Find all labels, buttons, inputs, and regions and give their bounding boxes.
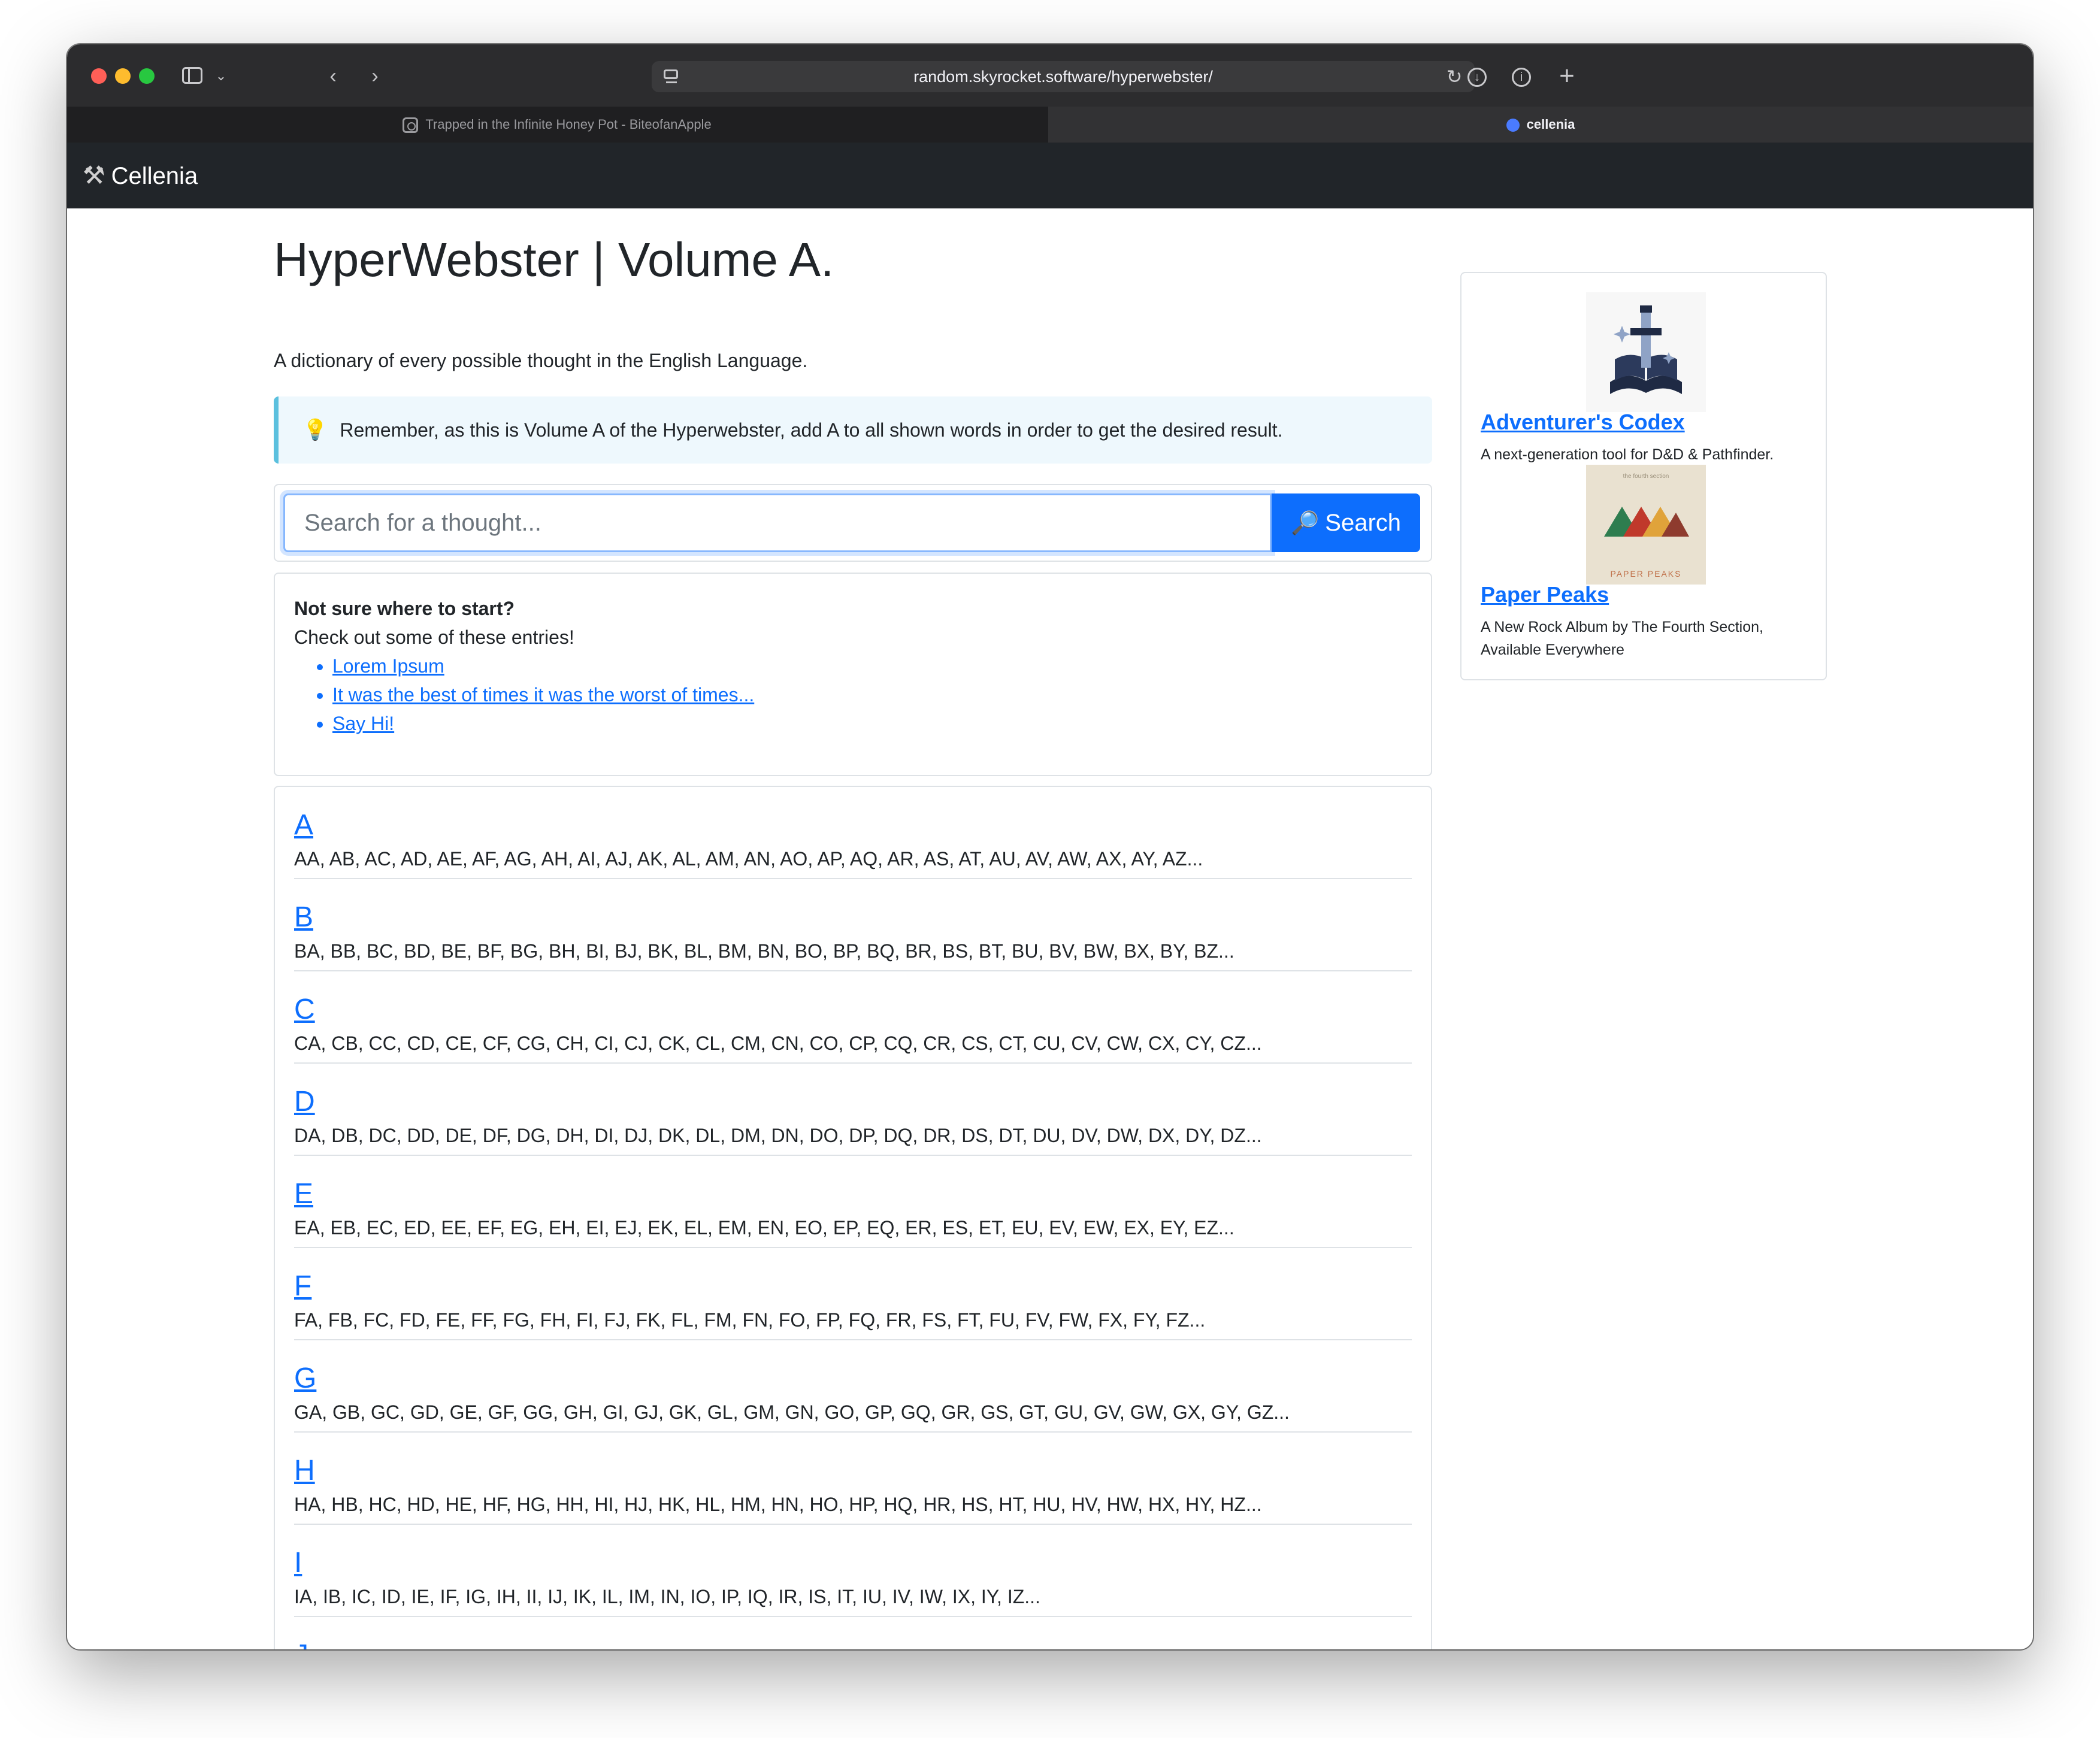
letter-link-d[interactable]: D: [294, 1084, 315, 1120]
chevron-down-icon[interactable]: ⌄: [212, 62, 230, 90]
letter-combos: DA, DB, DC, DD, DE, DF, DG, DH, DI, DJ, …: [294, 1125, 1262, 1146]
forward-button[interactable]: ›: [363, 62, 387, 90]
promo-description: A next-generation tool for D&D & Pathfin…: [1481, 446, 1774, 463]
letter-section-b: B BA, BB, BC, BD, BE, BF, BG, BH, BI, BJ…: [294, 879, 1412, 971]
site-navbar: ⚒ Cellenia: [67, 143, 2033, 208]
page-content: HyperWebster | Volume A. A dictionary of…: [67, 208, 2033, 1649]
info-icon: i: [1512, 68, 1531, 87]
minimize-window-button[interactable]: [115, 68, 131, 84]
letters-card: A AA, AB, AC, AD, AE, AF, AG, AH, AI, AJ…: [274, 786, 1432, 1649]
magnifier-icon: 🔎: [1290, 510, 1320, 536]
letter-combos: IA, IB, IC, ID, IE, IF, IG, IH, II, IJ, …: [294, 1586, 1040, 1607]
list-item: Say Hi!: [332, 709, 1412, 738]
letter-section-d: D DA, DB, DC, DD, DE, DF, DG, DH, DI, DJ…: [294, 1064, 1412, 1156]
browser-window: ⌄ ‹ › random.skyrocket.software/hyperweb…: [67, 44, 2033, 1649]
close-window-button[interactable]: [91, 68, 107, 84]
letter-combos: AA, AB, AC, AD, AE, AF, AG, AH, AI, AJ, …: [294, 848, 1203, 870]
search-button-label: Search: [1325, 509, 1402, 536]
brand-link[interactable]: ⚒ Cellenia: [83, 143, 198, 208]
info-button[interactable]: i: [1507, 62, 1536, 90]
callout-text: Remember, as this is Volume A of the Hyp…: [340, 419, 1283, 441]
tab-honey-pot[interactable]: Trapped in the Infinite Honey Pot - Bite…: [67, 107, 1047, 143]
starter-title: Not sure where to start?: [294, 598, 515, 619]
letter-combos: EA, EB, EC, ED, EE, EF, EG, EH, EI, EJ, …: [294, 1217, 1234, 1239]
url-text[interactable]: random.skyrocket.software/hyperwebster/: [652, 61, 1475, 92]
address-bar[interactable]: random.skyrocket.software/hyperwebster/ …: [652, 61, 1475, 92]
letter-link-e[interactable]: E: [294, 1176, 313, 1212]
album-cover-image[interactable]: the fourth section PAPER PEAKS: [1586, 465, 1706, 585]
search-card: 🔎Search: [274, 484, 1432, 562]
sidebar-card: Adventurer's Codex A next-generation too…: [1460, 272, 1827, 680]
starter-link-best-of-times[interactable]: It was the best of times it was the wors…: [332, 684, 754, 706]
new-tab-button[interactable]: +: [1553, 62, 1581, 90]
tab-label: Trapped in the Infinite Honey Pot - Bite…: [425, 117, 712, 132]
cellenia-favicon-icon: [1506, 119, 1520, 132]
lightbulb-icon: 💡: [302, 419, 328, 441]
search-input[interactable]: [283, 493, 1272, 552]
starter-links: Lorem Ipsum It was the best of times it …: [294, 652, 1412, 738]
letter-combos: FA, FB, FC, FD, FE, FF, FG, FH, FI, FJ, …: [294, 1309, 1206, 1331]
letter-combos: CA, CB, CC, CD, CE, CF, CG, CH, CI, CJ, …: [294, 1032, 1262, 1054]
page-title: HyperWebster | Volume A.: [274, 233, 834, 286]
letter-combos: BA, BB, BC, BD, BE, BF, BG, BH, BI, BJ, …: [294, 940, 1234, 962]
sword-book-icon[interactable]: [1586, 292, 1706, 412]
back-button[interactable]: ‹: [321, 62, 345, 90]
promo-adventurers-codex: Adventurer's Codex A next-generation too…: [1481, 292, 1816, 472]
letter-section-e: E EA, EB, EC, ED, EE, EF, EG, EH, EI, EJ…: [294, 1156, 1412, 1248]
tab-strip: Trapped in the Infinite Honey Pot - Bite…: [67, 107, 2033, 143]
browser-toolbar: ⌄ ‹ › random.skyrocket.software/hyperweb…: [67, 44, 2033, 108]
zoom-window-button[interactable]: [139, 68, 155, 84]
site-favicon-icon: [403, 117, 419, 134]
download-icon: ↓: [1467, 68, 1487, 87]
promo-title-link[interactable]: Adventurer's Codex: [1481, 410, 1685, 435]
letter-section-g: G GA, GB, GC, GD, GE, GF, GG, GH, GI, GJ…: [294, 1340, 1412, 1433]
letter-section-h: H HA, HB, HC, HD, HE, HF, HG, HH, HI, HJ…: [294, 1433, 1412, 1525]
starter-card: Not sure where to start? Check out some …: [274, 573, 1432, 776]
promo-title-link[interactable]: Paper Peaks: [1481, 582, 1609, 607]
letter-link-g[interactable]: G: [294, 1361, 316, 1397]
info-callout: 💡 Remember, as this is Volume A of the Hy…: [274, 396, 1432, 464]
letter-section-i: I IA, IB, IC, ID, IE, IF, IG, IH, II, IJ…: [294, 1525, 1412, 1617]
promo-description: A New Rock Album by The Fourth Section, …: [1481, 619, 1763, 658]
hammer-wrench-icon: ⚒: [83, 161, 105, 189]
letter-combos: GA, GB, GC, GD, GE, GF, GG, GH, GI, GJ, …: [294, 1401, 1290, 1423]
letter-link-a[interactable]: A: [294, 807, 313, 843]
sidebar-toggle-icon[interactable]: [181, 62, 205, 90]
list-item: Lorem Ipsum: [332, 652, 1412, 680]
letter-section-a: A AA, AB, AC, AD, AE, AF, AG, AH, AI, AJ…: [294, 787, 1412, 879]
letter-combos: HA, HB, HC, HD, HE, HF, HG, HH, HI, HJ, …: [294, 1494, 1262, 1515]
letter-link-h[interactable]: H: [294, 1453, 315, 1489]
letter-section-c: C CA, CB, CC, CD, CE, CF, CG, CH, CI, CJ…: [294, 971, 1412, 1064]
letter-link-f[interactable]: F: [294, 1268, 311, 1304]
letter-section-j: J: [294, 1617, 1412, 1649]
album-cover-label: PAPER PEAKS: [1610, 569, 1682, 579]
letter-section-f: F FA, FB, FC, FD, FE, FF, FG, FH, FI, FJ…: [294, 1248, 1412, 1340]
starter-link-say-hi[interactable]: Say Hi!: [332, 713, 394, 734]
promo-paper-peaks: the fourth section PAPER PEAKS Paper Pea…: [1481, 465, 1816, 662]
starter-subtitle: Check out some of these entries!: [294, 626, 574, 648]
downloads-button[interactable]: ↓: [1463, 62, 1491, 90]
tab-label: cellenia: [1526, 117, 1575, 132]
letter-link-b[interactable]: B: [294, 900, 313, 935]
list-item: It was the best of times it was the wors…: [332, 680, 1412, 709]
brand-name: Cellenia: [111, 163, 198, 189]
search-button[interactable]: 🔎 Search: [1272, 493, 1420, 552]
tab-cellenia[interactable]: cellenia: [1048, 107, 2033, 143]
letter-link-i[interactable]: I: [294, 1545, 302, 1581]
letter-link-j[interactable]: J: [294, 1637, 308, 1649]
letter-link-c[interactable]: C: [294, 992, 315, 1028]
starter-link-lorem[interactable]: Lorem Ipsum: [332, 655, 444, 677]
page-lead: A dictionary of every possible thought i…: [274, 350, 808, 371]
